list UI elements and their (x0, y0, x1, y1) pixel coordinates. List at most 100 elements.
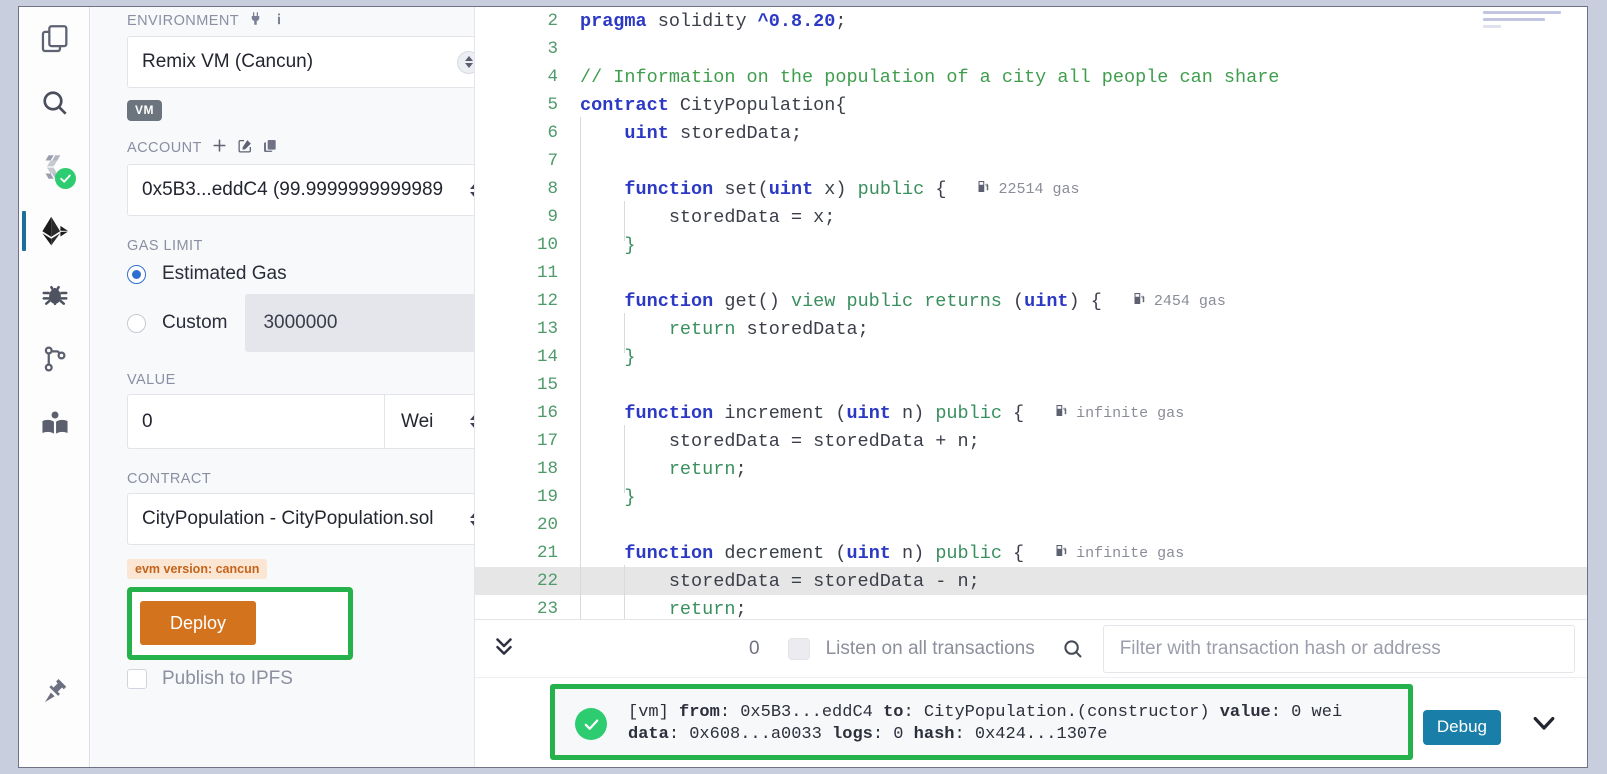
value-label: VALUE (127, 372, 176, 388)
deploy-button-highlight: Deploy (127, 587, 353, 660)
line-number: 14 (536, 347, 558, 367)
line-number: 18 (536, 459, 558, 479)
sidebar-item-search[interactable] (19, 71, 90, 135)
account-value: 0x5B3...eddC4 (99.9999999999989 (142, 179, 444, 200)
sidebar-item-solidity-compiler[interactable] (19, 135, 90, 199)
check-circle-icon (575, 708, 607, 740)
code-line[interactable]: 15 (475, 371, 1587, 419)
chevron-down-icon[interactable] (1529, 708, 1559, 743)
code-text: } (580, 234, 636, 256)
code-line[interactable]: 10 } (475, 228, 1587, 269)
plug-icon[interactable] (248, 11, 263, 30)
sidebar-item-plugin-manager[interactable] (19, 661, 90, 725)
code-line[interactable]: 14 } (475, 340, 1587, 381)
code-line[interactable]: 7 (475, 147, 1587, 195)
line-number: 6 (547, 123, 558, 143)
ethereum-icon (37, 213, 73, 249)
contract-select[interactable]: CityPopulation - CityPopulation.sol (127, 493, 493, 545)
code-line[interactable]: 22 storedData = storedData - n; (475, 564, 1587, 605)
custom-gas-input[interactable]: 3000000 (245, 294, 493, 352)
code-lines: 2 pragma solidity ^0.8.20; 3 4 // Informatio… (475, 7, 1587, 619)
gas-pump-icon (1054, 403, 1069, 423)
line-number: 5 (547, 95, 558, 115)
publish-to-ipfs-row[interactable]: Publish to IPFS (127, 668, 493, 690)
sidebar-item-deploy-run-transactions[interactable] (19, 199, 90, 263)
transaction-filter-input[interactable]: Filter with transaction hash or address (1102, 624, 1575, 673)
radio-custom-gas[interactable] (127, 313, 146, 333)
copy-icon[interactable] (262, 138, 278, 158)
estimated-gas-option[interactable]: Estimated Gas (127, 254, 493, 294)
code-line[interactable]: 16 function increment (uint n) public {i… (475, 396, 1587, 437)
listen-on-all-transactions-label: Listen on all transactions (825, 637, 1035, 659)
custom-gas-option[interactable]: Custom 3000000 (127, 294, 493, 352)
line-content: function get() view public returns (uint… (580, 284, 1587, 325)
code-line[interactable]: 17 storedData = storedData + n; (475, 424, 1587, 465)
code-text: // Information on the population of a ci… (580, 66, 1280, 88)
line-content: storedData = storedData - n; (580, 564, 1587, 605)
code-line[interactable]: 8 function set(uint x) public {22514 gas (475, 172, 1587, 213)
code-editor[interactable]: 2 pragma solidity ^0.8.20; 3 4 // Informatio… (474, 7, 1587, 619)
code-line[interactable]: 13 return storedData; (475, 312, 1587, 353)
line-content: storedData = x; (580, 200, 1587, 241)
value-input[interactable]: 0 (127, 394, 384, 449)
listen-on-all-transactions-checkbox[interactable] (787, 637, 810, 660)
line-number: 9 (547, 207, 558, 227)
environment-label: ENVIRONMENT (127, 12, 240, 29)
environment-value: Remix VM (Cancun) (142, 51, 314, 72)
account-label-row: ACCOUNT (127, 137, 493, 158)
edit-icon[interactable] (237, 138, 253, 158)
sidebar-item-git[interactable] (19, 327, 90, 391)
code-text: function decrement (uint n) public { (624, 542, 1025, 564)
code-text: } (580, 486, 636, 508)
search-icon[interactable] (1061, 637, 1085, 661)
custom-gas-label: Custom (162, 312, 228, 333)
deploy-button[interactable]: Deploy (140, 601, 256, 645)
gas-pump-icon (1132, 291, 1147, 311)
contract-value: CityPopulation - CityPopulation.sol (142, 508, 434, 529)
code-line[interactable]: 3 (475, 35, 1587, 63)
sidebar-item-file-explorer[interactable] (19, 7, 90, 71)
line-content: return; (580, 452, 1587, 493)
transaction-log: [vm] from: 0x5B3...eddC4 to: CityPopulat… (475, 678, 1587, 767)
line-number: 23 (536, 599, 558, 619)
sidebar-item-debugger[interactable] (19, 263, 90, 327)
sidebar-item-learneth[interactable] (19, 391, 90, 455)
debug-button[interactable]: Debug (1422, 710, 1501, 745)
code-line[interactable]: 23 return; (475, 592, 1587, 619)
account-select[interactable]: 0x5B3...eddC4 (99.9999999999989 (127, 164, 493, 216)
code-line[interactable]: 21 function decrement (uint n) public {i… (475, 536, 1587, 577)
plus-icon[interactable] (211, 137, 228, 158)
compiler-success-badge (55, 168, 76, 189)
code-line[interactable]: 2 pragma solidity ^0.8.20; (475, 7, 1587, 35)
transaction-summary[interactable]: [vm] from: 0x5B3...eddC4 to: CityPopulat… (628, 702, 1342, 746)
gas-estimate: infinite gas (1054, 403, 1184, 423)
environment-select[interactable]: Remix VM (Cancun) (127, 36, 493, 88)
code-text: storedData = x; (580, 206, 836, 228)
activity-bar (19, 7, 90, 767)
radio-estimated-gas[interactable] (127, 264, 146, 284)
line-content: contract CityPopulation{ (580, 95, 1587, 116)
estimated-gas-label: Estimated Gas (162, 263, 287, 284)
line-content: // Information on the population of a ci… (580, 66, 1587, 88)
code-line[interactable]: 19 } (475, 480, 1587, 521)
transaction-line-1: [vm] from: 0x5B3...eddC4 to: CityPopulat… (628, 703, 1343, 722)
vm-badge: VM (127, 100, 162, 121)
chevron-double-down-icon[interactable] (491, 633, 531, 664)
code-line[interactable]: 12 function get() view public returns (u… (475, 284, 1587, 325)
line-content: } (580, 228, 1587, 269)
gas-limit-label: GAS LIMIT (127, 238, 203, 254)
publish-to-ipfs-label: Publish to IPFS (162, 668, 293, 689)
code-line[interactable]: 6 uint storedData; (475, 116, 1587, 157)
code-line[interactable]: 20 (475, 511, 1587, 559)
line-content: uint storedData; (580, 116, 1587, 157)
publish-to-ipfs-checkbox[interactable] (127, 669, 147, 689)
code-line[interactable]: 4 // Information on the population of a c… (475, 63, 1587, 91)
gas-pump-icon (976, 179, 991, 199)
code-line[interactable]: 9 storedData = x; (475, 200, 1587, 241)
code-line[interactable]: 11 (475, 259, 1587, 307)
info-icon[interactable] (272, 12, 286, 30)
code-text: function get() view public returns (uint… (624, 290, 1102, 312)
code-line[interactable]: 5 contract CityPopulation{ (475, 91, 1587, 119)
code-line[interactable]: 18 return; (475, 452, 1587, 493)
gas-estimate: infinite gas (1054, 543, 1184, 563)
